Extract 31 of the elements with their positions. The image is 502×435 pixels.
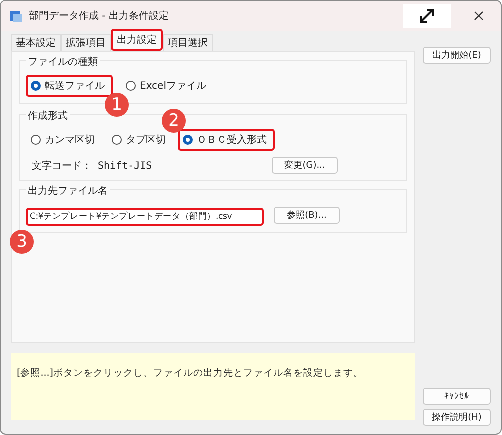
expand-arrows-icon	[418, 7, 436, 25]
radio-icon	[183, 135, 193, 145]
encoding-label: 文字コード： Shift-JIS	[32, 160, 154, 172]
tab[interactable]: 拡張項目	[61, 34, 111, 51]
help-text: [参照...]ボタンをクリックし、ファイルの出力先とファイル名を設定します。	[17, 368, 364, 379]
group-title: 出力先ファイル名	[26, 184, 110, 198]
tab[interactable]: 項目選択	[163, 34, 213, 51]
radio-icon	[126, 81, 136, 91]
side-button[interactable]: 操作説明(H)	[423, 409, 491, 426]
maximize-button[interactable]	[403, 4, 451, 28]
radio-icon	[31, 135, 41, 145]
tab[interactable]: 基本設定	[11, 34, 61, 51]
group-title: ファイルの種類	[26, 55, 100, 69]
callout-badge: 1	[105, 93, 129, 117]
change-button[interactable]: 変更(G)...	[272, 157, 338, 174]
side-button[interactable]: ｷｬﾝｾﾙ	[423, 388, 491, 405]
callout-badge: 2	[162, 109, 186, 133]
callout-badge: 3	[10, 230, 34, 254]
radio-option[interactable]: ＯＢＣ受入形式	[178, 129, 275, 151]
app-icon	[9, 9, 23, 23]
radio-icon	[31, 81, 41, 91]
tab[interactable]: 出力設定	[111, 29, 163, 51]
window-title: 部門データ作成 - 出力条件設定	[29, 10, 170, 23]
file-path-field[interactable]: C:¥テンプレート¥テンプレートデータ（部門）.csv	[26, 208, 264, 226]
start-output-button[interactable]: 出力開始(E)	[423, 47, 491, 64]
group-title: 作成形式	[26, 109, 70, 123]
radio-icon	[112, 135, 122, 145]
close-icon	[474, 11, 484, 21]
browse-button[interactable]: 参照(B)...	[274, 206, 340, 224]
radio-option[interactable]: カンマ区切	[26, 129, 103, 151]
radio-option[interactable]: 転送ファイル	[26, 75, 113, 97]
